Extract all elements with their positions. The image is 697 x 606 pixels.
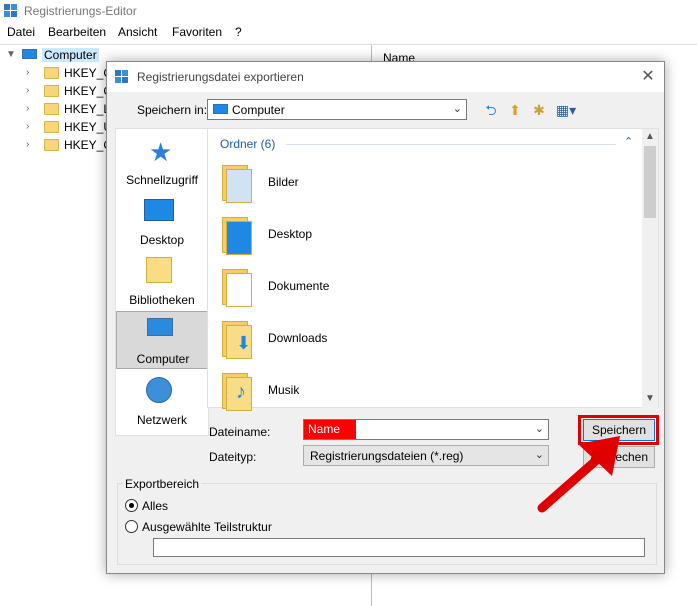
scroll-down-icon[interactable]: ▼ — [642, 391, 658, 407]
file-label: Downloads — [268, 331, 328, 345]
list-item[interactable]: Dokumente — [222, 263, 522, 313]
file-list[interactable]: Ordner (6) ⌃ Bilder Desktop Dokumente ⬇ … — [207, 128, 659, 411]
menu-favoriten[interactable]: Favoriten — [172, 25, 222, 39]
tree-root-label: Computer — [42, 48, 99, 62]
arrow-down-icon: ⬇ — [236, 333, 252, 353]
file-label: Bilder — [268, 175, 299, 189]
menu-bearbeiten[interactable]: Bearbeiten — [48, 25, 106, 39]
radio-all[interactable] — [125, 499, 138, 512]
up-folder-icon[interactable]: ⬆ — [505, 100, 525, 120]
place-computer[interactable]: Computer — [116, 311, 208, 369]
filename-input[interactable]: Name ⌄ — [303, 419, 549, 440]
dialog-titlebar: Registrierungsdatei exportieren ✕ — [107, 62, 664, 92]
library-icon — [146, 257, 172, 283]
new-folder-icon[interactable]: ✱ — [529, 100, 549, 120]
chevron-right-icon[interactable]: › — [26, 67, 29, 78]
place-network[interactable]: Netzwerk — [116, 373, 208, 431]
computer-icon — [22, 49, 37, 59]
regedit-titlebar: Registrierungs-Editor — [0, 0, 697, 22]
view-menu-icon[interactable]: ▦▾ — [553, 100, 579, 120]
place-label: Netzwerk — [136, 413, 187, 427]
file-label: Desktop — [268, 227, 313, 241]
tree-item-label: HKEY_C — [64, 66, 113, 80]
save-in-dropdown[interactable]: Computer ⌄ — [207, 99, 467, 120]
folder-icon — [44, 67, 59, 79]
list-item[interactable]: ⬇ Downloads — [222, 315, 522, 365]
tree-item-label: HKEY_C — [64, 84, 113, 98]
place-libraries[interactable]: Bibliotheken — [116, 253, 208, 311]
place-label: Schnellzugriff — [126, 173, 198, 187]
tree-root-computer[interactable]: ▼ Computer — [4, 46, 114, 64]
tree-item-label: HKEY_L — [64, 102, 111, 116]
chevron-right-icon[interactable]: › — [26, 121, 29, 132]
star-icon: ★ — [149, 137, 173, 167]
radio-selected-branch[interactable] — [125, 520, 138, 533]
regedit-icon — [4, 4, 17, 17]
menu-datei[interactable]: Datei — [7, 25, 35, 39]
globe-icon — [146, 377, 172, 403]
scrollbar-thumb[interactable] — [644, 146, 656, 218]
tree-item-label: HKEY_C — [64, 138, 113, 152]
filetype-label: Dateityp: — [209, 450, 257, 464]
chevron-right-icon[interactable]: › — [26, 103, 29, 114]
computer-icon — [213, 104, 228, 114]
place-quick-access[interactable]: ★ Schnellzugriff — [116, 133, 208, 191]
folder-pictures-icon — [222, 163, 252, 203]
folder-documents-icon — [222, 267, 252, 307]
folder-desktop-icon — [222, 215, 252, 255]
chevron-down-icon[interactable]: ▼ — [6, 49, 16, 60]
list-item[interactable]: Desktop — [222, 211, 522, 261]
tree-item-label: HKEY_U — [64, 120, 113, 134]
chevron-right-icon[interactable]: › — [26, 85, 29, 96]
desktop-icon — [144, 199, 174, 221]
place-label: Bibliotheken — [129, 293, 195, 307]
computer-icon — [147, 318, 173, 336]
folder-icon — [44, 139, 59, 151]
close-icon[interactable]: ✕ — [638, 67, 658, 87]
filetype-dropdown[interactable]: Registrierungsdateien (*.reg) ⌄ — [303, 445, 549, 466]
filename-label: Dateiname: — [209, 425, 271, 439]
list-item[interactable]: Bilder — [222, 159, 522, 209]
chevron-right-icon[interactable]: › — [26, 139, 29, 150]
filetype-value: Registrierungsdateien (*.reg) — [310, 449, 464, 463]
menu-help[interactable]: ? — [235, 25, 242, 39]
chevron-up-icon[interactable]: ⌃ — [624, 135, 633, 148]
save-in-label: Speichern in: — [137, 103, 208, 117]
folder-icon — [44, 121, 59, 133]
group-divider — [286, 144, 616, 145]
regedit-title: Registrierungs-Editor — [24, 4, 137, 18]
places-bar: ★ Schnellzugriff Desktop Bibliotheken Co… — [115, 128, 209, 436]
chevron-down-icon: ⌄ — [452, 103, 462, 115]
folder-icon — [44, 103, 59, 115]
list-item[interactable]: ♪ Musik — [222, 367, 522, 417]
place-label: Computer — [136, 352, 190, 366]
red-arrow-annotation — [537, 436, 620, 513]
export-range-title: Exportbereich — [123, 477, 202, 491]
selected-branch-input[interactable] — [153, 538, 645, 557]
place-desktop[interactable]: Desktop — [116, 193, 208, 251]
file-label: Musik — [268, 383, 300, 397]
dialog-title: Registrierungsdatei exportieren — [137, 70, 304, 84]
menu-ansicht[interactable]: Ansicht — [118, 25, 157, 39]
radio-all-label[interactable]: Alles — [142, 499, 168, 513]
filename-value[interactable]: Name — [304, 420, 356, 439]
radio-selected-branch-label[interactable]: Ausgewählte Teilstruktur — [142, 520, 272, 534]
place-label: Desktop — [139, 233, 185, 247]
scroll-up-icon[interactable]: ▲ — [642, 129, 658, 145]
back-icon[interactable]: ⮌ — [481, 100, 501, 120]
regedit-menubar: Datei Bearbeiten Ansicht Favoriten ? — [0, 22, 697, 42]
save-in-value: Computer — [232, 103, 285, 117]
file-label: Dokumente — [268, 279, 330, 293]
folder-icon — [44, 85, 59, 97]
group-header[interactable]: Ordner (6) — [220, 137, 275, 151]
regedit-icon — [115, 70, 128, 83]
music-note-icon: ♪ — [236, 381, 246, 403]
